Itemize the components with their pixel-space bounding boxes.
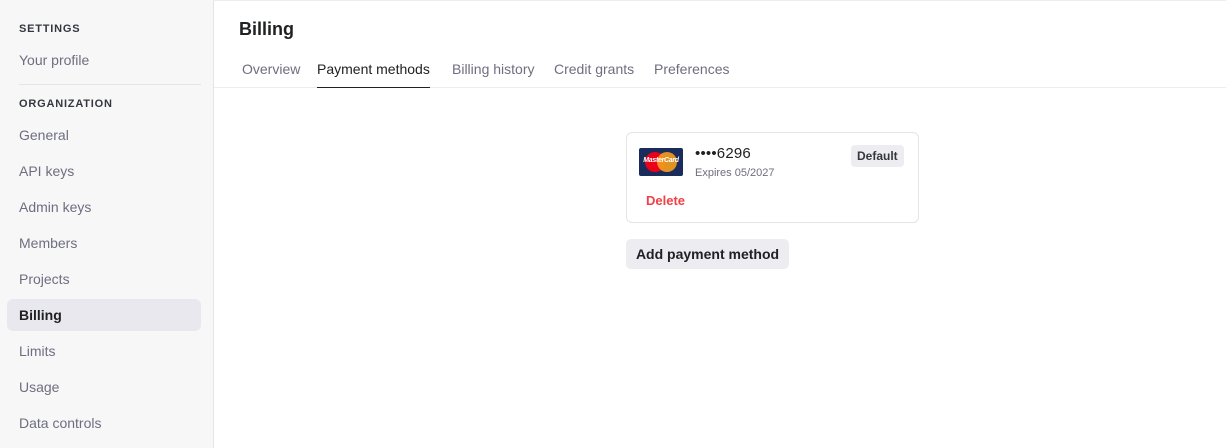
sidebar-divider xyxy=(19,84,201,85)
delete-payment-method-button[interactable]: Delete xyxy=(646,193,685,208)
main-content: Billing Overview Payment methods Billing… xyxy=(213,0,1226,448)
card-number: ••••6296 xyxy=(695,145,751,162)
settings-sidebar: SETTINGS Your profile ORGANIZATION Gener… xyxy=(0,0,213,448)
sidebar-item-members[interactable]: Members xyxy=(7,227,201,259)
mastercard-logo-icon: MasterCard xyxy=(639,148,683,176)
page-title: Billing xyxy=(239,19,294,39)
billing-tabs: Overview Payment methods Billing history… xyxy=(214,51,1226,88)
add-payment-method-button[interactable]: Add payment method xyxy=(626,239,789,269)
organization-section-title: ORGANIZATION xyxy=(19,98,113,110)
tab-billing-history[interactable]: Billing history xyxy=(452,61,534,88)
tab-payment-methods[interactable]: Payment methods xyxy=(317,61,430,88)
tab-preferences[interactable]: Preferences xyxy=(654,61,729,88)
card-brand-label: MasterCard xyxy=(643,157,679,164)
payment-method-card: MasterCard ••••6296 Expires 05/2027 Defa… xyxy=(626,132,919,223)
settings-section-title: SETTINGS xyxy=(19,23,81,35)
sidebar-item-admin-keys[interactable]: Admin keys xyxy=(7,191,201,223)
card-expiry: Expires 05/2027 xyxy=(695,167,775,179)
sidebar-item-billing[interactable]: Billing xyxy=(7,299,201,331)
tab-credit-grants[interactable]: Credit grants xyxy=(554,61,634,88)
sidebar-item-usage[interactable]: Usage xyxy=(7,371,201,403)
app-window: SETTINGS Your profile ORGANIZATION Gener… xyxy=(0,0,1226,448)
sidebar-item-api-keys[interactable]: API keys xyxy=(7,155,201,187)
tab-overview[interactable]: Overview xyxy=(242,61,300,88)
sidebar-item-limits[interactable]: Limits xyxy=(7,335,201,367)
sidebar-item-your-profile[interactable]: Your profile xyxy=(7,44,201,76)
sidebar-item-data-controls[interactable]: Data controls xyxy=(7,407,201,439)
default-badge: Default xyxy=(851,145,904,167)
sidebar-item-general[interactable]: General xyxy=(7,119,201,151)
sidebar-item-projects[interactable]: Projects xyxy=(7,263,201,295)
